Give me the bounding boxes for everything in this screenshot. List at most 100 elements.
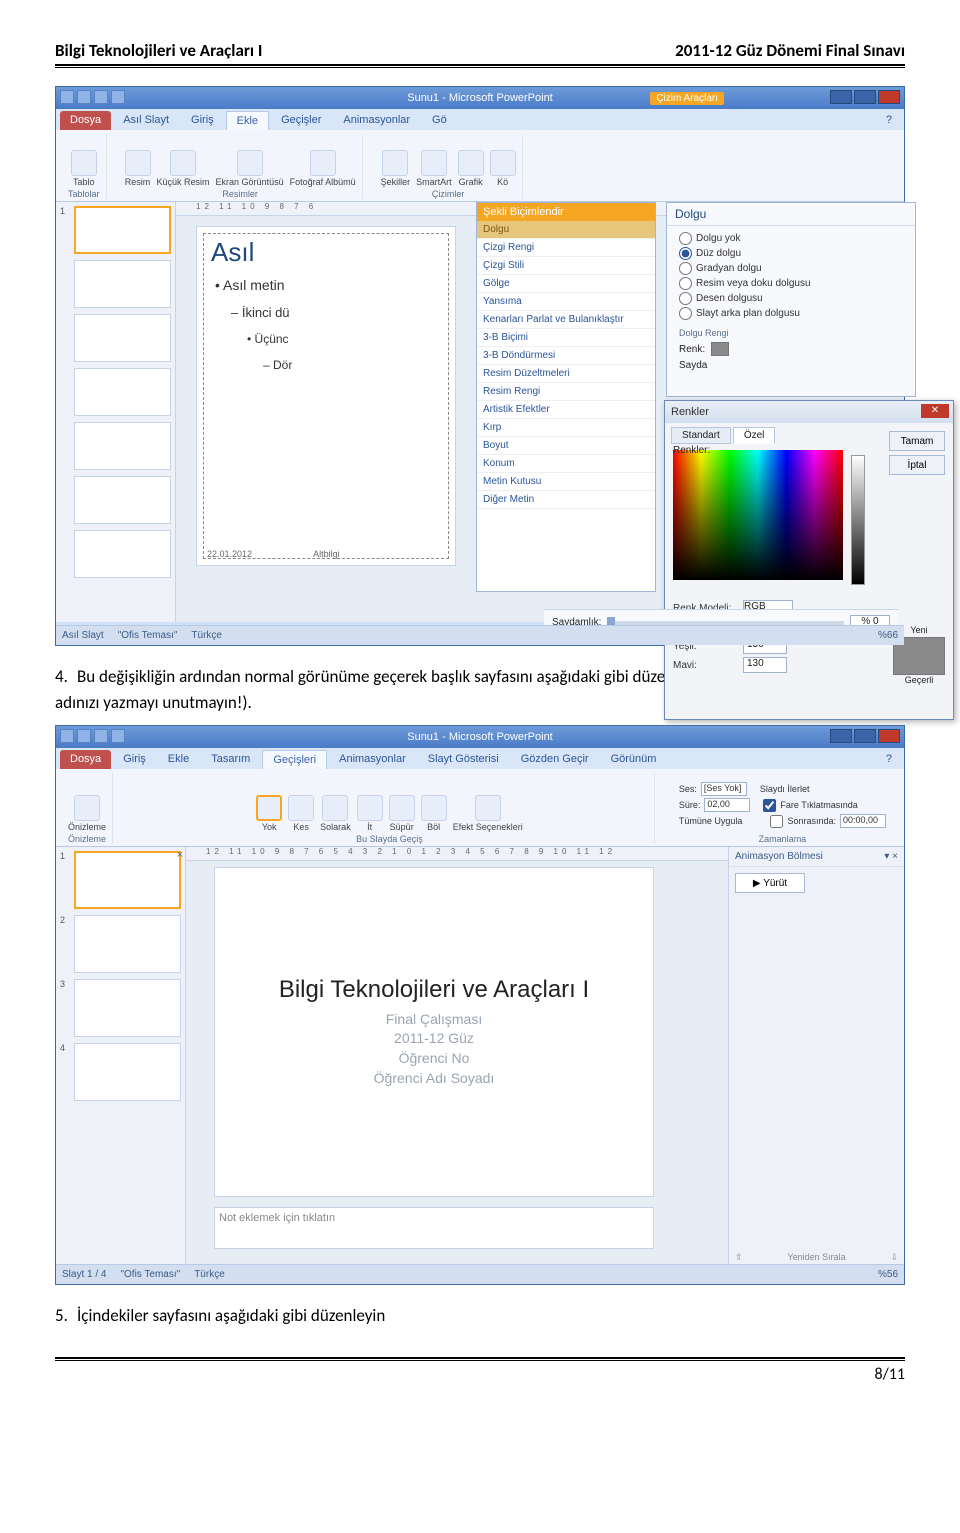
- subtitle-4[interactable]: Öğrenci Adı Soyadı: [374, 1069, 495, 1089]
- format-section-line-style[interactable]: Çizgi Stili: [477, 257, 655, 275]
- luminance-slider[interactable]: [851, 455, 865, 585]
- format-section-3d-rotate[interactable]: 3-B Döndürmesi: [477, 347, 655, 365]
- format-section-glow[interactable]: Kenarları Parlat ve Bulanıklaştır: [477, 311, 655, 329]
- status-zoom[interactable]: %56: [878, 1269, 898, 1280]
- date-placeholder[interactable]: 22.01.2012: [207, 549, 252, 559]
- blue-input[interactable]: 130: [743, 657, 787, 673]
- cancel-button[interactable]: İptal: [889, 455, 945, 475]
- tab-standard-colors[interactable]: Standart: [671, 427, 731, 444]
- trans-fade[interactable]: Solarak: [320, 795, 351, 832]
- subtitle-2[interactable]: 2011-12 Güz: [374, 1029, 495, 1049]
- slide-thumbnails[interactable]: × 1 2 3 4: [56, 847, 186, 1267]
- tab-slideshow[interactable]: Slayt Gösterisi: [418, 750, 509, 769]
- close-pane-icon[interactable]: ×: [177, 849, 183, 861]
- format-section-reflection[interactable]: Yansıma: [477, 293, 655, 311]
- trans-wipe[interactable]: Süpür: [389, 795, 415, 832]
- status-zoom[interactable]: %66: [878, 630, 898, 641]
- format-section-crop[interactable]: Kırp: [477, 419, 655, 437]
- format-section-textbox[interactable]: Metin Kutusu: [477, 473, 655, 491]
- fill-opt-pattern[interactable]: Desen dolgusu: [679, 292, 903, 305]
- advance-on-click[interactable]: [763, 799, 776, 812]
- subtitle-1[interactable]: Final Çalışması: [374, 1010, 495, 1030]
- ribbon-album-button[interactable]: Fotoğraf Albümü: [290, 150, 356, 187]
- fill-opt-gradient[interactable]: Gradyan dolgu: [679, 262, 903, 275]
- fill-color-swatch[interactable]: [711, 342, 729, 356]
- ribbon-picture-button[interactable]: Resim: [125, 150, 151, 187]
- ribbon-clipart-button[interactable]: Küçük Resim: [157, 150, 210, 187]
- format-section-fill[interactable]: Dolgu: [477, 221, 655, 239]
- sound-select[interactable]: [Ses Yok]: [701, 782, 747, 796]
- trans-none[interactable]: Yok: [256, 795, 282, 832]
- tab-animations[interactable]: Animasyonlar: [333, 111, 420, 130]
- anim-play-button[interactable]: ▶ Yürüt: [735, 873, 805, 893]
- color-gradient-picker[interactable]: [673, 450, 843, 580]
- notes-pane[interactable]: Not eklemek için tıklatın: [214, 1207, 654, 1249]
- subtitle-3[interactable]: Öğrenci No: [374, 1049, 495, 1069]
- trans-split[interactable]: Böl: [421, 795, 447, 832]
- effect-options[interactable]: Efekt Seçenekleri: [453, 795, 523, 832]
- quick-access-toolbar[interactable]: [60, 729, 125, 743]
- tab-view[interactable]: Görünüm: [601, 750, 667, 769]
- format-section-pic-correct[interactable]: Resim Düzeltmeleri: [477, 365, 655, 383]
- format-section-line-color[interactable]: Çizgi Rengi: [477, 239, 655, 257]
- close-icon[interactable]: ✕: [921, 404, 949, 418]
- ribbon-screenshot-button[interactable]: Ekran Görüntüsü: [216, 150, 284, 187]
- tab-home[interactable]: Giriş: [181, 111, 224, 130]
- apply-all-button[interactable]: Tümüne Uygula: [679, 816, 743, 826]
- transparency-slider[interactable]: [607, 621, 844, 625]
- tab-insert[interactable]: Ekle: [226, 111, 269, 130]
- tab-insert[interactable]: Ekle: [158, 750, 199, 769]
- duration-input[interactable]: 02,00: [704, 798, 750, 812]
- window-title: Sunu1 - Microsoft PowerPoint: [407, 92, 553, 104]
- format-section-3d-format[interactable]: 3-B Biçimi: [477, 329, 655, 347]
- ribbon-cut-button[interactable]: Kö: [490, 150, 516, 187]
- slide-master-preview[interactable]: Asıl Asıl metin İkinci dü Üçünc Dör 22.0…: [196, 226, 456, 566]
- fill-opt-solid[interactable]: Düz dolgu: [679, 247, 903, 260]
- ribbon-smartart-button[interactable]: SmartArt: [416, 150, 452, 187]
- footer-placeholder[interactable]: Altbilgi: [313, 549, 340, 559]
- window-buttons[interactable]: [830, 729, 900, 743]
- advance-after-input[interactable]: 00:00,00: [840, 814, 886, 828]
- ribbon-table-button[interactable]: Tablo: [71, 150, 97, 187]
- fill-opt-none[interactable]: Dolgu yok: [679, 232, 903, 245]
- tab-transitions[interactable]: Geçişler: [271, 111, 331, 130]
- slide-canvas[interactable]: 12 11 10 9 8 7 6 Asıl Asıl metin İkinci …: [176, 202, 904, 622]
- format-section-pic-color[interactable]: Resim Rengi: [477, 383, 655, 401]
- preview-button[interactable]: Önizleme: [68, 795, 106, 832]
- format-section-shadow[interactable]: Gölge: [477, 275, 655, 293]
- format-section-alt-text[interactable]: Diğer Metin: [477, 491, 655, 509]
- tab-file[interactable]: Dosya: [60, 111, 111, 130]
- format-section-size[interactable]: Boyut: [477, 437, 655, 455]
- ribbon-group-tables: Tablolar: [68, 189, 100, 199]
- quick-access-toolbar[interactable]: [60, 90, 125, 104]
- slide-title[interactable]: Bilgi Teknolojileri ve Araçları I: [279, 976, 589, 1004]
- tab-transitions[interactable]: Geçişleri: [262, 750, 327, 769]
- advance-after[interactable]: [770, 815, 783, 828]
- window-buttons[interactable]: [830, 90, 900, 104]
- tab-file[interactable]: Dosya: [60, 750, 111, 769]
- tab-master[interactable]: Asıl Slayt: [113, 111, 179, 130]
- fill-opt-picture[interactable]: Resim veya doku dolgusu: [679, 277, 903, 290]
- trans-cut[interactable]: Kes: [288, 795, 314, 832]
- ok-button[interactable]: Tamam: [889, 431, 945, 451]
- reorder-label[interactable]: Yeniden Sırala: [787, 1252, 845, 1263]
- tab-home[interactable]: Giriş: [113, 750, 156, 769]
- trans-push[interactable]: İt: [357, 795, 383, 832]
- tab-animations[interactable]: Animasyonlar: [329, 750, 416, 769]
- format-section-artistic[interactable]: Artistik Efektler: [477, 401, 655, 419]
- help-icon[interactable]: ?: [878, 111, 900, 130]
- tab-review[interactable]: Gözden Geçir: [511, 750, 599, 769]
- slide-canvas[interactable]: 12 11 10 9 8 7 6 5 4 3 2 1 0 1 2 3 4 5 6…: [186, 847, 904, 1267]
- tab-cut[interactable]: Gö: [422, 111, 457, 130]
- format-section-position[interactable]: Konum: [477, 455, 655, 473]
- slide-preview[interactable]: Bilgi Teknolojileri ve Araçları I Final …: [214, 867, 654, 1197]
- tab-custom-colors[interactable]: Özel: [733, 427, 776, 444]
- ribbon-group-images: Resimler: [222, 189, 258, 199]
- ribbon-shapes-button[interactable]: Şekiller: [381, 150, 411, 187]
- help-icon[interactable]: ?: [878, 750, 900, 769]
- tab-design[interactable]: Tasarım: [201, 750, 260, 769]
- slide-thumbnails[interactable]: 1: [56, 202, 176, 622]
- ribbon-chart-button[interactable]: Grafik: [458, 150, 484, 187]
- fill-opt-slidebg[interactable]: Slayt arka plan dolgusu: [679, 307, 903, 320]
- ribbon-tabs: Dosya Giriş Ekle Tasarım Geçişleri Anima…: [56, 748, 904, 769]
